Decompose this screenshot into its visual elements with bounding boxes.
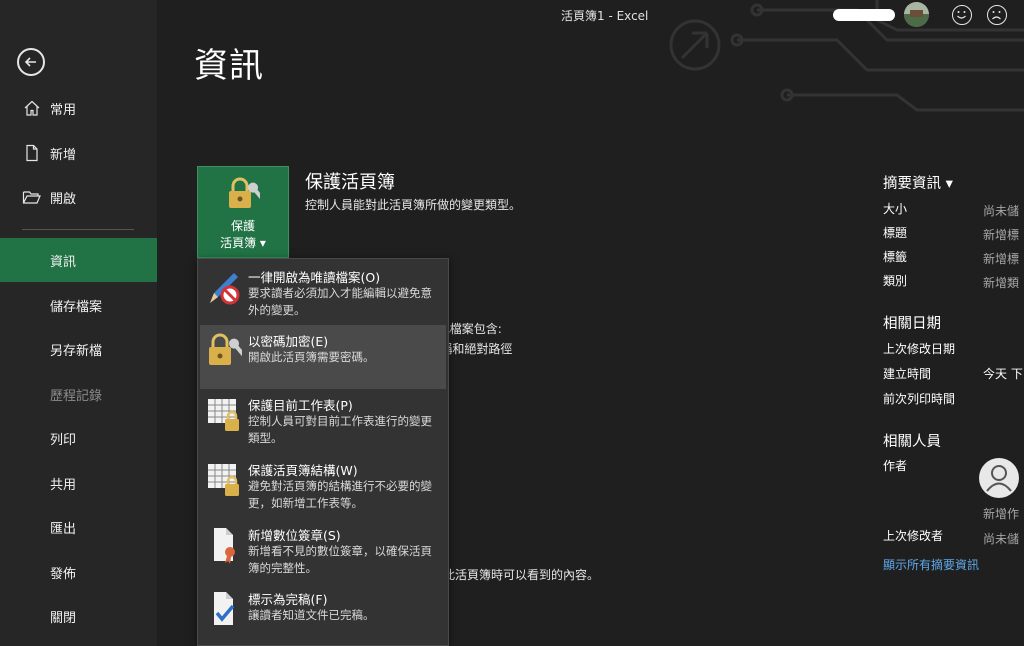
lock-key-icon xyxy=(206,331,247,371)
menu-item-desc: 開啟此活頁簿需要密碼。 xyxy=(248,350,375,364)
sidebar-item-label: 共用 xyxy=(50,477,77,493)
menu-item-title: 一律開啟為唯讀檔案(O) xyxy=(248,270,381,285)
sidebar-item-info[interactable]: 資訊 xyxy=(0,238,157,282)
prop-value-category[interactable]: 新增類 xyxy=(983,274,1019,291)
signature-ribbon-icon xyxy=(206,525,242,565)
menu-item-desc: 控制人員可對目前工作表進行的變更類型。 xyxy=(248,414,432,445)
sidebar-item-share[interactable]: 共用 xyxy=(0,461,157,505)
sidebar-item-label: 關閉 xyxy=(50,610,77,626)
protect-description: 控制人員能對此活頁簿所做的變更類型。 xyxy=(305,198,522,212)
menu-item-title: 新增數位簽章(S) xyxy=(248,528,341,543)
prop-label-size: 大小 xyxy=(883,202,908,216)
prop-value-tags[interactable]: 新增標 xyxy=(983,250,1019,267)
protect-button-label: 保護 xyxy=(230,219,255,233)
sidebar-item-label: 新增 xyxy=(50,147,77,163)
user-photo-avatar[interactable] xyxy=(904,2,929,27)
dates-heading: 相關日期 xyxy=(883,316,941,332)
back-arrow-icon[interactable] xyxy=(17,48,45,76)
sidebar-item-label: 發佈 xyxy=(50,566,77,582)
menu-item-desc: 要求讀者必須加入才能編輯以避免意外的變更。 xyxy=(248,286,432,317)
sidebar-item-label: 儲存檔案 xyxy=(50,299,103,315)
prop-value-author[interactable]: 新增作 xyxy=(983,505,1019,522)
user-name[interactable] xyxy=(833,9,895,21)
home-icon xyxy=(22,98,42,118)
menu-item-title: 保護活頁簿結構(W) xyxy=(248,463,358,478)
sidebar-item-close[interactable]: 關閉 xyxy=(0,594,157,638)
prop-label-category: 類別 xyxy=(883,274,908,288)
sidebar-item-save[interactable]: 儲存檔案 xyxy=(0,283,157,327)
prop-label-last-modified-by: 上次修改者 xyxy=(883,529,944,543)
open-folder-icon xyxy=(22,187,42,207)
people-heading: 相關人員 xyxy=(883,434,941,450)
smile-feedback-icon[interactable] xyxy=(952,5,972,25)
sidebar-item-new[interactable]: 新增 xyxy=(0,131,157,175)
menu-item-add-digital-signature[interactable]: 新增數位簽章(S) 新增看不見的數位簽章，以確保活頁簿的完整性。 xyxy=(200,519,446,583)
sidebar-item-label: 另存新檔 xyxy=(50,343,103,359)
backstage-sidebar: 常用 新增 開啟 資訊 儲存檔案 另存新檔 歷程記錄 列印 共用 匯出 發佈 關… xyxy=(0,0,157,646)
menu-item-protect-current-sheet[interactable]: 保護目前工作表(P) 控制人員可對目前工作表進行的變更類型。 xyxy=(200,389,446,453)
browser-view-text: 此活頁簿時可以看到的內容。 xyxy=(443,568,600,582)
sidebar-item-save-as[interactable]: 另存新檔 xyxy=(0,327,157,371)
sidebar-divider xyxy=(22,229,134,230)
protect-workbook-button[interactable]: 保護 活頁簿 ▾ xyxy=(197,166,289,258)
sidebar-item-print[interactable]: 列印 xyxy=(0,416,157,460)
menu-item-desc: 讓讀者知道文件已完稿。 xyxy=(248,608,375,622)
frown-feedback-icon[interactable] xyxy=(987,5,1007,25)
menu-item-desc: 避免對活頁簿的結構進行不必要的變更，如新增工作表等。 xyxy=(248,479,432,510)
menu-item-title: 保護目前工作表(P) xyxy=(248,398,353,413)
sidebar-item-label: 歷程記錄 xyxy=(50,388,103,404)
author-avatar-icon xyxy=(979,458,1019,498)
sidebar-item-label: 常用 xyxy=(50,102,77,118)
lock-key-icon xyxy=(226,177,266,215)
protect-heading: 保護活頁簿 xyxy=(305,172,395,193)
workbook-lock-icon xyxy=(206,460,242,500)
sidebar-item-home[interactable]: 常用 xyxy=(0,86,157,130)
prop-label-last-printed: 前次列印時間 xyxy=(883,392,956,406)
properties-heading[interactable]: 摘要資訊 ▾ xyxy=(883,172,953,193)
sidebar-item-label: 開啟 xyxy=(50,191,77,207)
protect-workbook-menu: 一律開啟為唯讀檔案(O) 要求讀者必須加入才能編輯以避免意外的變更。 以密碼加密… xyxy=(197,258,449,646)
menu-item-encrypt-with-password[interactable]: 以密碼加密(E) 開啟此活頁簿需要密碼。 xyxy=(200,325,446,389)
menu-item-mark-as-final[interactable]: 標示為完稿(F) 讓讀者知道文件已完稿。 xyxy=(200,583,446,646)
prop-value-size: 尚未儲 xyxy=(983,204,1020,218)
menu-item-title: 以密碼加密(E) xyxy=(248,334,329,349)
menu-item-protect-workbook-structure[interactable]: 保護活頁簿結構(W) 避免對活頁簿的結構進行不必要的變更，如新增工作表等。 xyxy=(200,454,446,518)
prop-value-created: 今天 下 xyxy=(983,367,1023,381)
sidebar-item-open[interactable]: 開啟 xyxy=(0,175,157,219)
sidebar-item-label: 列印 xyxy=(50,432,77,448)
prop-value-last-modified-by: 尚未儲 xyxy=(983,532,1020,546)
menu-item-always-open-read-only[interactable]: 一律開啟為唯讀檔案(O) 要求讀者必須加入才能編輯以避免意外的變更。 xyxy=(200,261,446,325)
window-title: 活頁簿1 - Excel xyxy=(561,9,649,23)
prop-label-tags: 標籤 xyxy=(883,250,908,264)
menu-item-desc: 新增看不見的數位簽章，以確保活頁簿的完整性。 xyxy=(248,544,432,575)
menu-item-title: 標示為完稿(F) xyxy=(248,592,328,607)
sidebar-item-publish[interactable]: 發佈 xyxy=(0,550,157,594)
sidebar-item-label: 匯出 xyxy=(50,521,77,537)
sidebar-item-export[interactable]: 匯出 xyxy=(0,505,157,549)
show-all-properties-link[interactable]: 顯示所有摘要資訊 xyxy=(883,556,979,573)
sidebar-item-history: 歷程記錄 xyxy=(0,372,157,416)
prop-label-last-modified: 上次修改日期 xyxy=(883,342,956,356)
prop-label-title: 標題 xyxy=(883,226,908,240)
pencil-no-icon xyxy=(206,267,242,307)
sidebar-item-label: 資訊 xyxy=(50,254,77,270)
prop-label-author: 作者 xyxy=(883,459,908,473)
protect-button-sublabel: 活頁簿 ▾ xyxy=(220,236,266,250)
page-title: 資訊 xyxy=(194,46,264,86)
new-document-icon xyxy=(22,143,42,163)
sheet-lock-icon xyxy=(206,395,242,435)
document-check-icon xyxy=(206,589,242,629)
prop-value-title[interactable]: 新增標 xyxy=(983,226,1019,243)
prop-label-created: 建立時間 xyxy=(883,367,932,381)
